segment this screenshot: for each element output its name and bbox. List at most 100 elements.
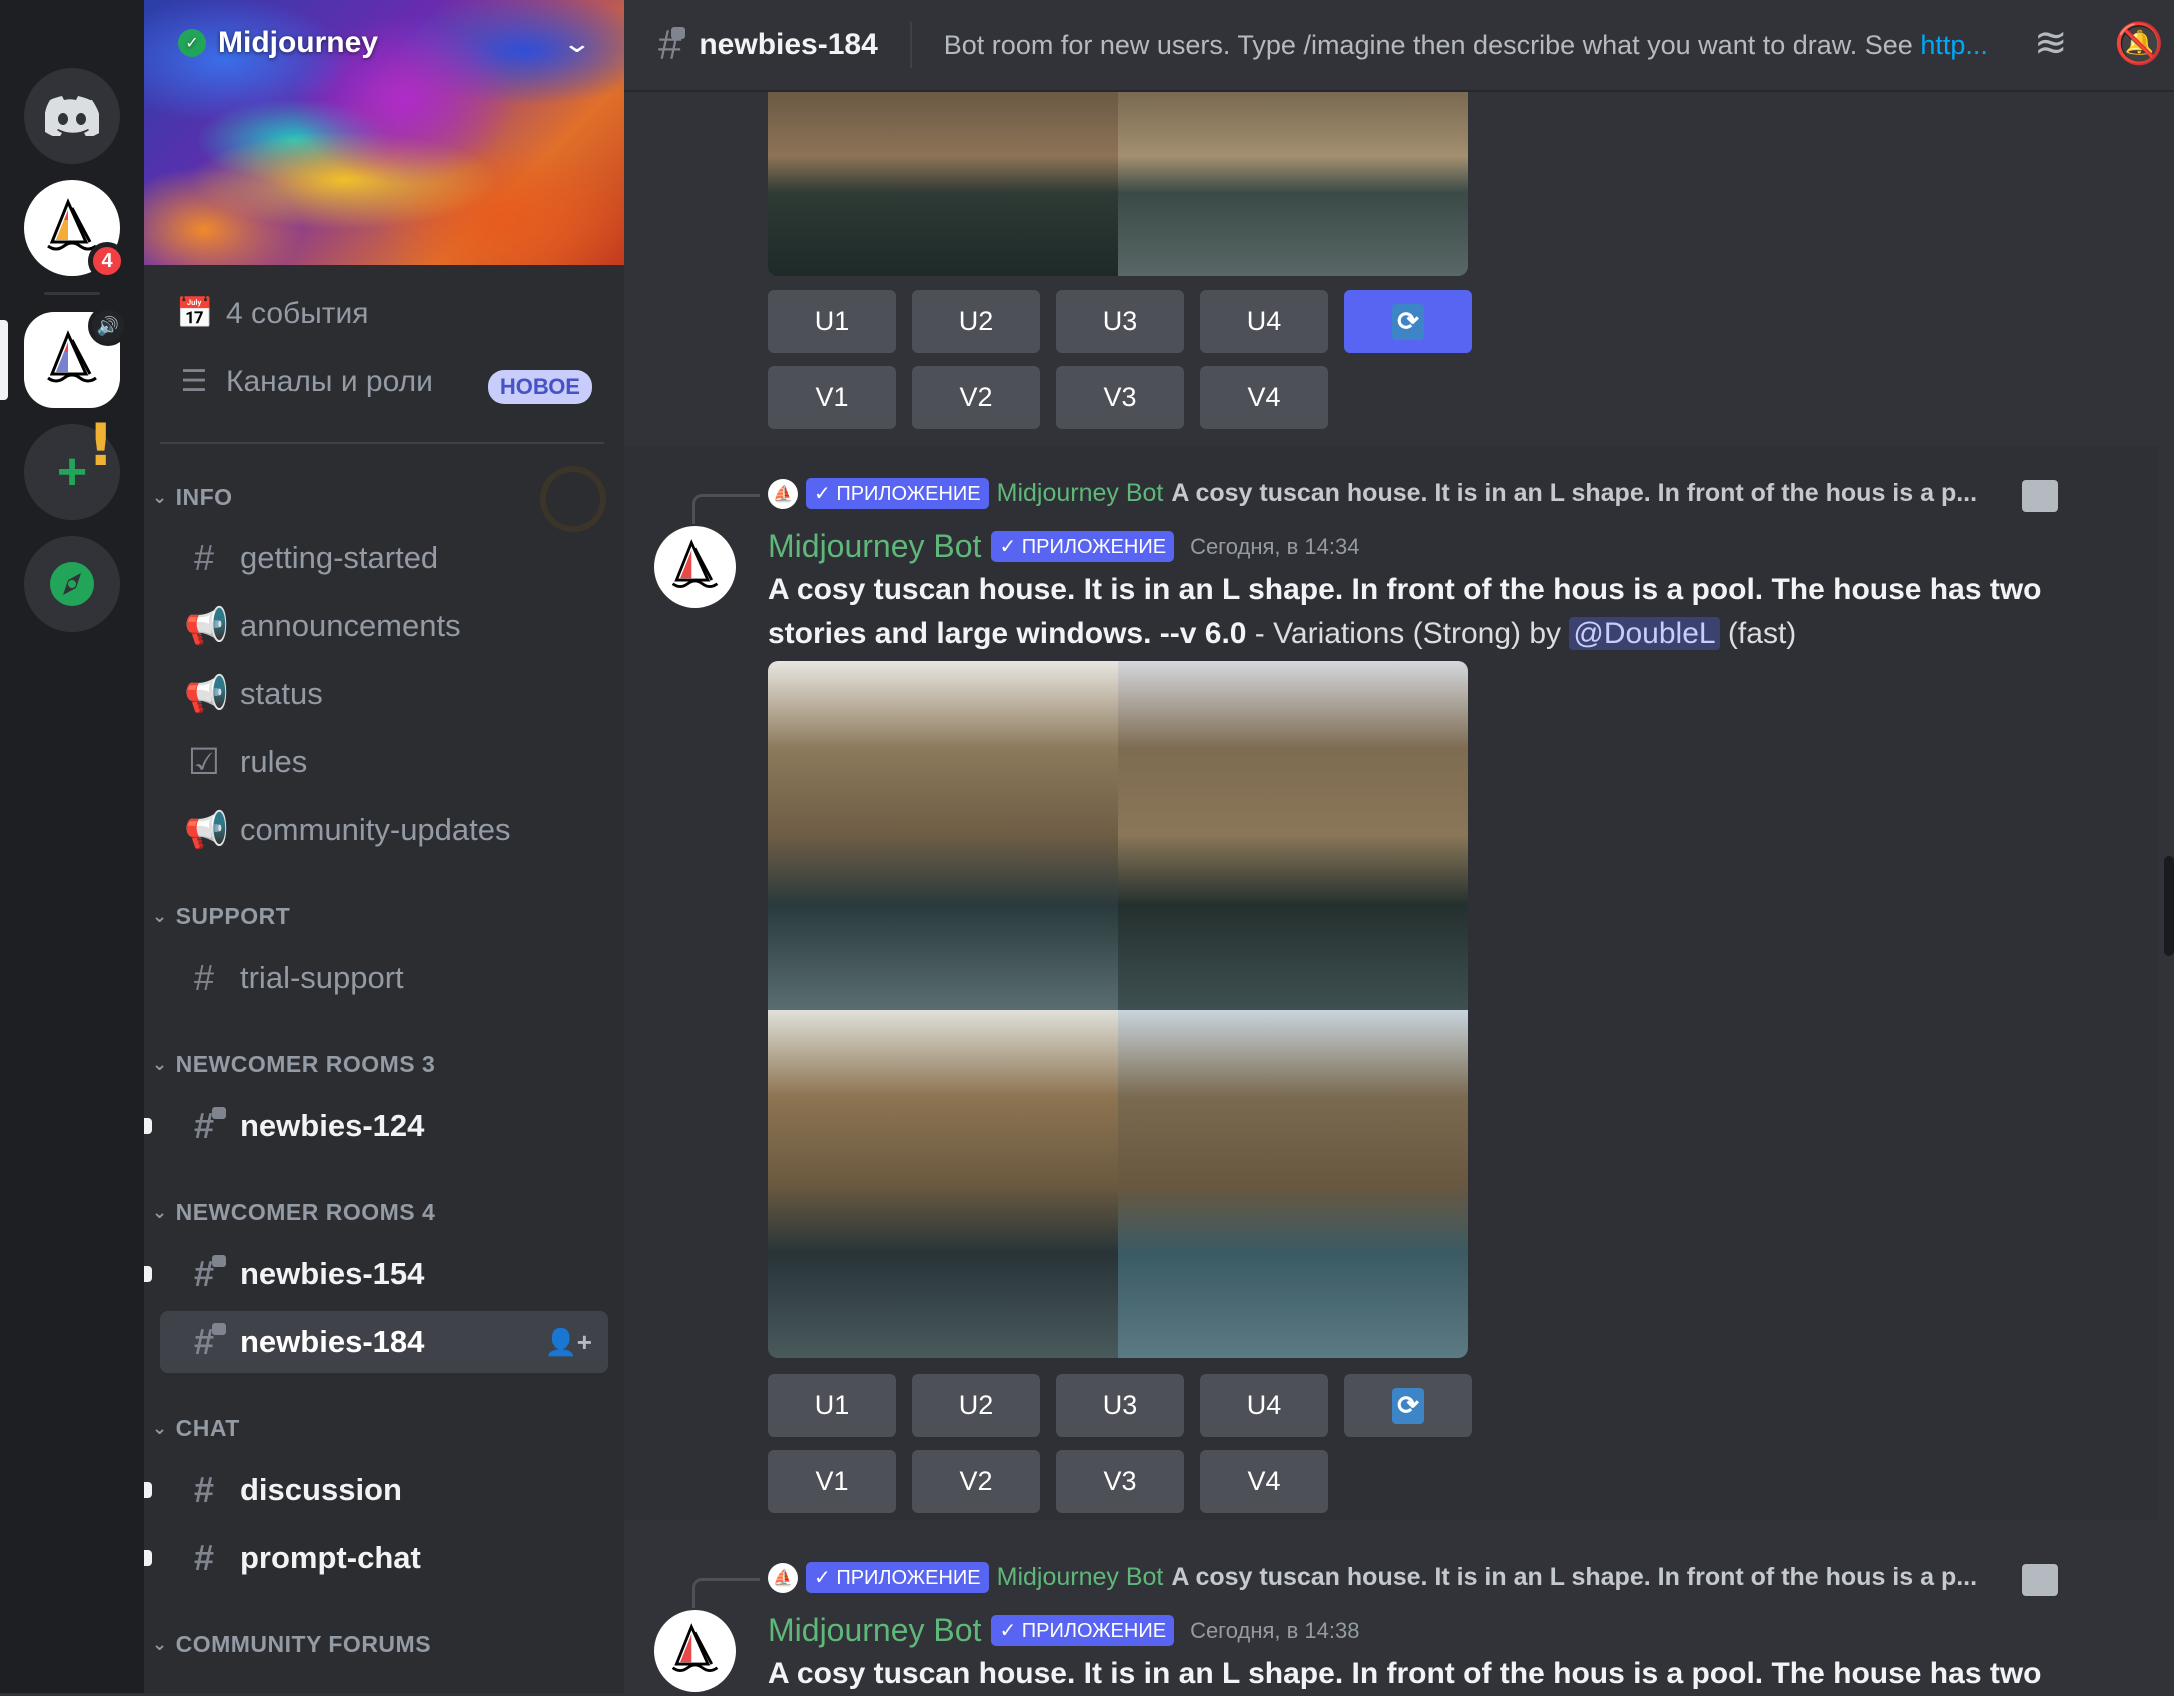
- u4-button[interactable]: U4: [1200, 1374, 1328, 1437]
- category-info[interactable]: ⌄ INFO: [152, 484, 233, 511]
- reply-author: Midjourney Bot: [996, 1563, 1164, 1591]
- image-tile[interactable]: [768, 661, 1118, 1010]
- add-server-button[interactable]: + !: [24, 416, 120, 520]
- mention-badge: 4: [88, 242, 126, 280]
- variation-info: - Variations (Strong) by: [1246, 617, 1570, 650]
- mini-avatar: ⛵: [768, 478, 798, 509]
- u1-button[interactable]: U1: [768, 290, 896, 353]
- category-newcomer-rooms-3[interactable]: ⌄ NEWCOMER ROOMS 3: [152, 1051, 435, 1078]
- image-tile[interactable]: [1118, 661, 1468, 1010]
- unread-indicator: [144, 1266, 152, 1282]
- reroll-button[interactable]: ⟳: [1344, 1374, 1472, 1437]
- speaker-icon: 🔊: [88, 306, 128, 346]
- channel-newbies-154[interactable]: # newbies-154: [144, 1243, 608, 1305]
- megaphone-icon: 📢: [184, 809, 229, 850]
- channel-announcements[interactable]: 📢 announcements: [160, 595, 608, 657]
- locked-hash-icon: #: [184, 1321, 226, 1363]
- image-tile[interactable]: [1118, 1009, 1468, 1358]
- v2-button[interactable]: V2: [912, 1450, 1040, 1513]
- locked-hash-icon: #: [184, 1105, 226, 1147]
- channel-newbies-184[interactable]: # newbies-184 👤+: [160, 1311, 608, 1373]
- threads-icon[interactable]: ≋: [2034, 20, 2068, 66]
- previous-image-grid[interactable]: [768, 92, 1468, 276]
- server-header[interactable]: ✓ Midjourney: [178, 26, 378, 60]
- chevron-down-icon: ⌄: [152, 1634, 168, 1654]
- active-server-indicator: [0, 320, 8, 400]
- channel-rules[interactable]: ☑ rules: [160, 731, 608, 793]
- channel-getting-started[interactable]: # getting-started: [160, 527, 608, 589]
- v1-button[interactable]: V1: [768, 366, 896, 429]
- v3-button[interactable]: V3: [1056, 1450, 1184, 1513]
- sailboat-icon: [671, 539, 719, 588]
- v4-button[interactable]: V4: [1200, 366, 1328, 429]
- channel-discussion[interactable]: # discussion: [144, 1459, 608, 1521]
- explore-servers-button[interactable]: [24, 536, 120, 632]
- hash-icon: #: [193, 957, 215, 998]
- author-name[interactable]: Midjourney Bot: [768, 1612, 981, 1649]
- reply-text: A cosy tuscan house. It is in an L shape…: [1171, 1563, 1978, 1591]
- user-mention[interactable]: @DoubleL: [1569, 617, 1720, 650]
- channel-prompt-chat[interactable]: # prompt-chat: [144, 1527, 608, 1589]
- v4-button[interactable]: V4: [1200, 1450, 1328, 1513]
- u2-button[interactable]: U2: [912, 290, 1040, 353]
- image-tile[interactable]: [1118, 92, 1468, 276]
- channels-roles-link[interactable]: ☰ Каналы и роли: [176, 364, 433, 399]
- category-support[interactable]: ⌄ SUPPORT: [152, 903, 290, 930]
- invite-member-icon[interactable]: 👤+: [544, 1327, 592, 1358]
- scrollbar-thumb[interactable]: [2164, 856, 2174, 956]
- v2-button[interactable]: V2: [912, 366, 1040, 429]
- channel-trial-support[interactable]: # trial-support: [160, 947, 608, 1009]
- category-community-forums[interactable]: ⌄ COMMUNITY FORUMS: [152, 1631, 431, 1658]
- reply-connector: [692, 1578, 760, 1608]
- category-label: INFO: [175, 484, 233, 510]
- reply-preview[interactable]: ⛵ ✓ ПРИЛОЖЕНИЕ Midjourney Bot A cosy tus…: [768, 478, 1977, 509]
- channel-label: rules: [240, 744, 308, 779]
- channel-community-updates[interactable]: 📢 community-updates: [160, 799, 608, 861]
- image-tile[interactable]: [768, 92, 1118, 276]
- chevron-down-icon[interactable]: ⌄: [562, 28, 593, 59]
- reply-preview[interactable]: ⛵ ✓ ПРИЛОЖЕНИЕ Midjourney Bot A cosy tus…: [768, 1562, 1977, 1593]
- v1-button[interactable]: V1: [768, 1450, 896, 1513]
- channel-label: newbies-124: [240, 1108, 425, 1143]
- avatar[interactable]: [654, 526, 736, 608]
- unread-indicator: [144, 1118, 152, 1134]
- topic-link[interactable]: http...: [1920, 30, 1988, 60]
- image-grid[interactable]: [768, 661, 1468, 1358]
- reroll-button[interactable]: ⟳: [1344, 290, 1472, 353]
- server-banner[interactable]: ✓ Midjourney ⌄: [144, 0, 624, 265]
- locked-hash-icon: #: [184, 1253, 226, 1295]
- chevron-down-icon: ⌄: [152, 1054, 168, 1074]
- home-button[interactable]: [24, 68, 120, 164]
- chevron-down-icon: ⌄: [152, 906, 168, 926]
- u3-button[interactable]: U3: [1056, 1374, 1184, 1437]
- topic-text: Bot room for new users. Type /imagine th…: [943, 29, 1921, 60]
- avatar[interactable]: [654, 1610, 736, 1692]
- channel-topic[interactable]: Bot room for new users. Type /imagine th…: [944, 30, 1988, 61]
- reply-text: A cosy tuscan house. It is in an L shape…: [1171, 479, 1978, 507]
- divider: [909, 22, 912, 68]
- channel-label: newbies-184: [240, 1324, 425, 1359]
- variation-buttons: V1 V2 V3 V4: [768, 1450, 1328, 1513]
- notifications-muted-icon[interactable]: 🔕: [2114, 20, 2164, 67]
- v3-button[interactable]: V3: [1056, 366, 1184, 429]
- hash-icon: #: [193, 1469, 215, 1510]
- u4-button[interactable]: U4: [1200, 290, 1328, 353]
- server-midjourney[interactable]: 4: [24, 180, 126, 280]
- category-newcomer-rooms-4[interactable]: ⌄ NEWCOMER ROOMS 4: [152, 1199, 435, 1226]
- rules-icon: ☑: [187, 741, 221, 782]
- channel-label: announcements: [240, 608, 461, 643]
- compass-icon: [50, 562, 94, 606]
- chevron-down-icon: ⌄: [152, 487, 168, 507]
- sailboat-icon: [671, 1623, 719, 1672]
- channel-header: # newbies-184 Bot room for new users. Ty…: [624, 0, 2174, 92]
- events-link[interactable]: 📅 4 события: [176, 296, 369, 331]
- channel-newbies-124[interactable]: # newbies-124: [144, 1095, 608, 1157]
- u1-button[interactable]: U1: [768, 1374, 896, 1437]
- author-name[interactable]: Midjourney Bot: [768, 528, 981, 565]
- image-tile[interactable]: [768, 1009, 1118, 1358]
- channel-status[interactable]: 📢 status: [160, 663, 608, 725]
- category-chat[interactable]: ⌄ CHAT: [152, 1415, 240, 1442]
- u2-button[interactable]: U2: [912, 1374, 1040, 1437]
- server-midjourney-active[interactable]: 🔊: [24, 306, 128, 408]
- u3-button[interactable]: U3: [1056, 290, 1184, 353]
